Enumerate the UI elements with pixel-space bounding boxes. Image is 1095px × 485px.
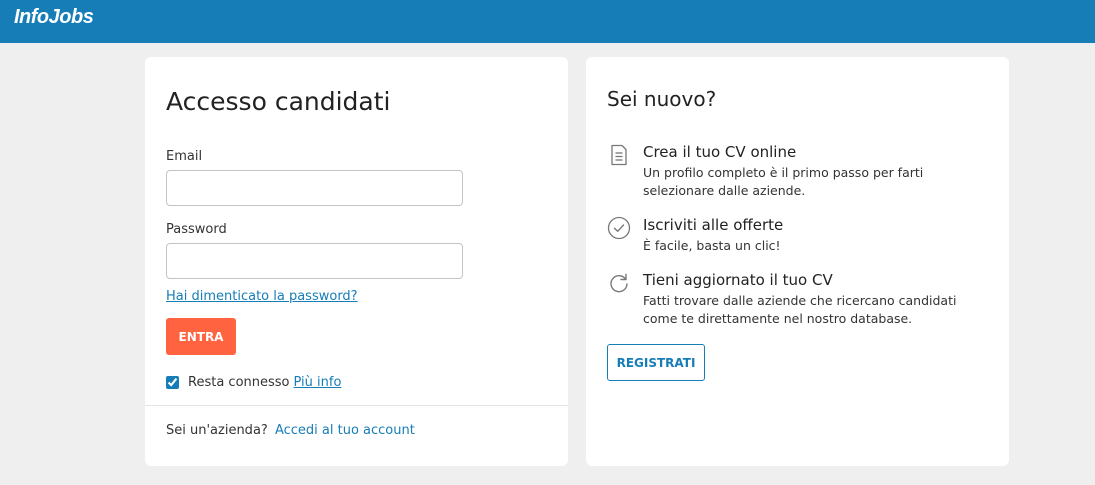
register-button[interactable]: REGISTRATI [607,344,705,381]
top-bar: InfoJobs [0,0,1095,43]
password-label: Password [166,222,227,237]
refresh-icon [607,271,631,295]
company-login: Sei un'azienda? Accedi al tuo account [166,423,415,438]
signup-title: Sei nuovo? [607,87,717,111]
company-login-link[interactable]: Accedi al tuo account [275,423,415,438]
signup-card: Sei nuovo? Crea il tuo CV online Un prof… [586,57,1009,466]
benefit-description: È facile, basta un clic! [643,238,781,253]
password-field[interactable] [166,243,463,279]
login-title: Accesso candidati [166,87,391,116]
benefit-description: Un profilo completo è il primo passo per… [643,165,924,198]
document-icon [607,143,631,167]
benefit-title: Tieni aggiornato il tuo CV [643,271,833,289]
infojobs-logo[interactable]: InfoJobs [14,6,94,29]
benefit-title: Iscriviti alle offerte [643,216,784,234]
remember-me-label: Resta connesso [188,375,290,390]
company-prompt: Sei un'azienda? [166,423,268,438]
login-card: Accesso candidati Email Password Hai dim… [145,57,568,466]
more-info-link[interactable]: Più info [294,375,342,390]
benefit-description: Fatti trovare dalle aziende che ricercan… [643,293,957,326]
login-button[interactable]: ENTRA [166,318,236,355]
benefit-title: Crea il tuo CV online [643,143,797,161]
divider [145,405,568,406]
email-field[interactable] [166,170,463,206]
check-circle-icon [607,216,631,240]
email-label: Email [166,149,203,164]
remember-me-checkbox[interactable] [166,376,179,389]
forgot-password-link[interactable]: Hai dimenticato la password? [166,289,358,304]
remember-me: Resta connesso Più info [166,375,341,390]
